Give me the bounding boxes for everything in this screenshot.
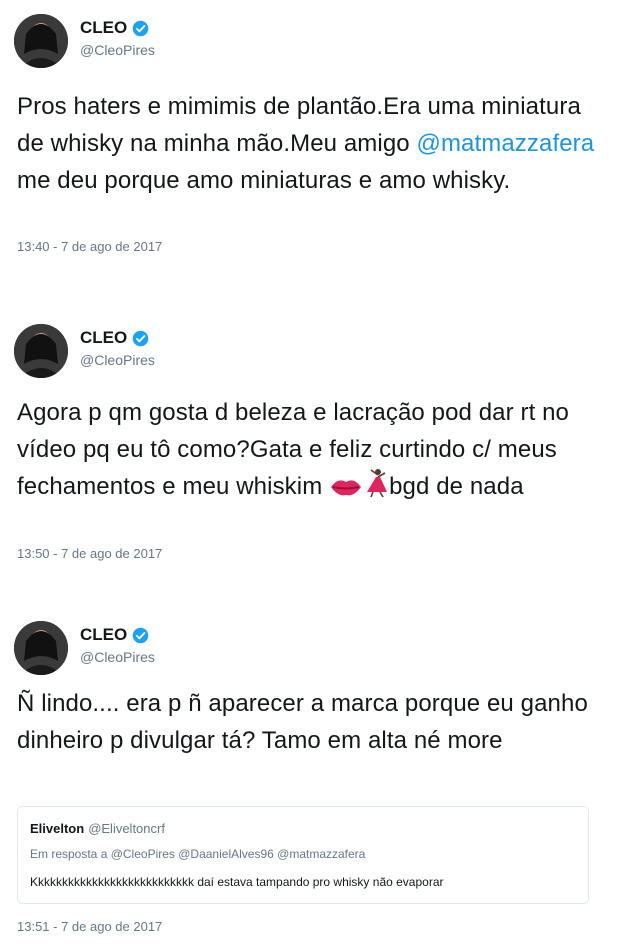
- user-handle[interactable]: @CleoPires: [80, 42, 155, 58]
- dancer-icon: [363, 468, 389, 509]
- tweet-timestamp[interactable]: 13:40 - 7 de ago de 2017: [17, 239, 162, 254]
- verified-badge-icon: [132, 627, 149, 643]
- tweet-timestamp[interactable]: 13:50 - 7 de ago de 2017: [17, 546, 162, 561]
- display-name[interactable]: CLEO: [80, 328, 127, 348]
- verified-badge-icon: [132, 20, 149, 36]
- tweet-timestamp[interactable]: 13:51 - 7 de ago de 2017: [17, 919, 162, 934]
- tweet-text-part: me deu porque amo miniaturas e amo whisk…: [17, 167, 511, 194]
- tweet-text-part: bgd de nada: [389, 473, 524, 500]
- display-name[interactable]: CLEO: [80, 625, 127, 645]
- kiss-lips-icon: [329, 472, 363, 509]
- tweet-text-part: Ñ lindo.... era p ñ aparecer a marca por…: [17, 690, 588, 754]
- mention-link[interactable]: @matmazzafera: [417, 130, 595, 157]
- quoted-tweet-text: Kkkkkkkkkkkkkkkkkkkkkkkkkkk daí estava t…: [30, 875, 444, 889]
- tweet-text: Agora p qm gosta d beleza e lacração pod…: [17, 394, 612, 509]
- user-handle[interactable]: @CleoPires: [80, 352, 155, 368]
- avatar[interactable]: [14, 621, 68, 675]
- quoted-reply-context: Em resposta a @CleoPires @DaanielAlves96…: [30, 847, 366, 861]
- avatar[interactable]: [14, 324, 68, 378]
- user-handle[interactable]: @CleoPires: [80, 649, 155, 665]
- quoted-display-name: Elivelton: [30, 821, 85, 836]
- tweet-header: CLEO @CleoPires: [14, 14, 414, 70]
- quoted-tweet[interactable]: Elivelton @Eliveltoncrf Em resposta a @Cl…: [17, 806, 589, 904]
- quoted-user-handle: @Eliveltoncrf: [88, 821, 165, 836]
- tweet-header: CLEO @CleoPires: [14, 621, 414, 677]
- verified-badge-icon: [132, 330, 149, 346]
- tweet-text: Pros haters e mimimis de plantão.Era uma…: [17, 88, 612, 199]
- tweet-header: CLEO @CleoPires: [14, 324, 414, 380]
- avatar[interactable]: [14, 14, 68, 68]
- quoted-tweet-author[interactable]: Elivelton @Eliveltoncrf: [30, 821, 165, 836]
- tweet-text: Ñ lindo.... era p ñ aparecer a marca por…: [17, 685, 612, 759]
- display-name[interactable]: CLEO: [80, 18, 127, 38]
